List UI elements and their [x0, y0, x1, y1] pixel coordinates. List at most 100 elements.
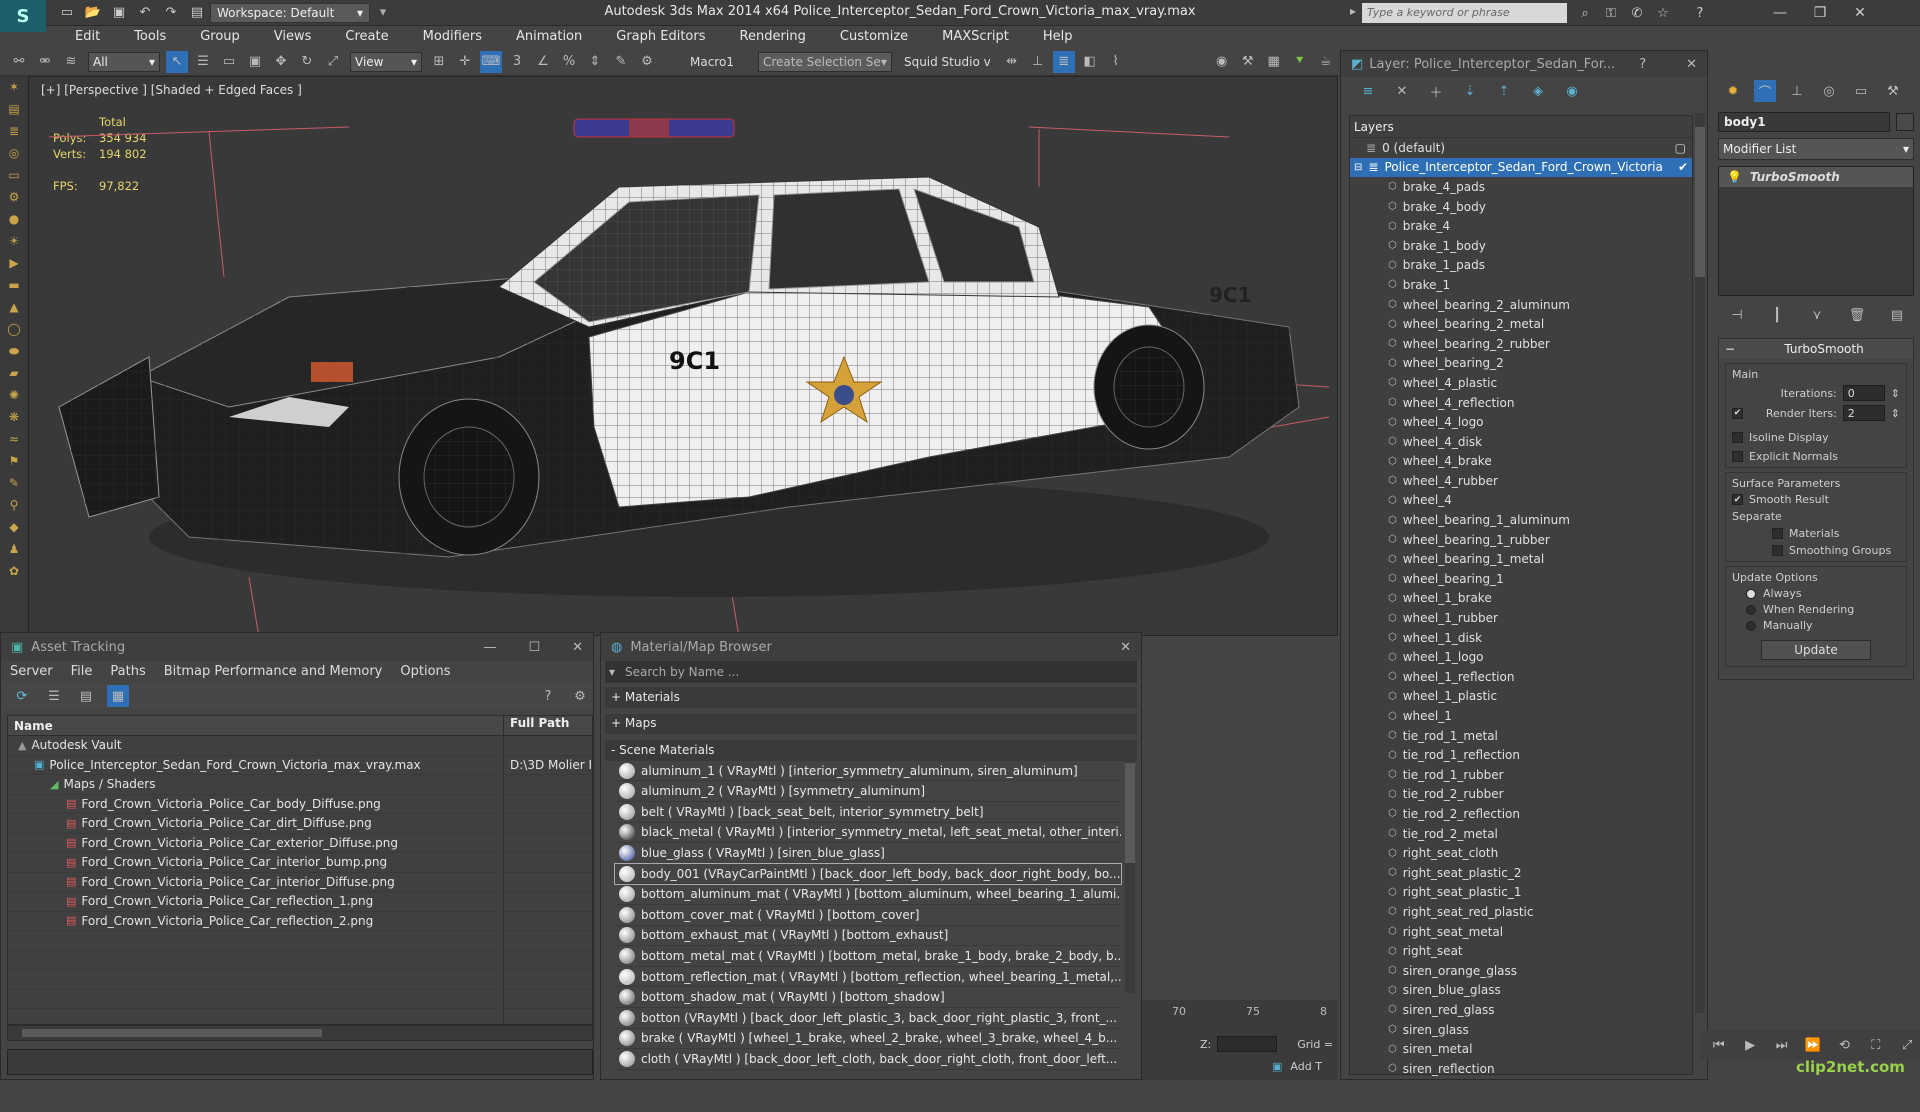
chevron-down-icon[interactable]: ▾ — [373, 3, 393, 23]
make-unique-icon[interactable]: ⋎ — [1806, 304, 1828, 326]
select-object-icon[interactable]: ↖ — [166, 50, 188, 73]
save-file-icon[interactable]: ▣ — [109, 3, 129, 23]
collapse-icon[interactable]: ⊟ — [1354, 162, 1362, 173]
key-icon[interactable]: ⚿ — [1601, 3, 1621, 23]
material-row[interactable]: aluminum_2 ( VRayMtl ) [symmetry_aluminu… — [615, 781, 1121, 802]
menu-rendering[interactable]: Rendering — [723, 26, 823, 48]
column-header-name[interactable]: Name — [8, 716, 504, 735]
layer-object-row[interactable]: ⬡ wheel_bearing_1_aluminum — [1350, 510, 1692, 530]
layer-object-row[interactable]: ⬡ brake_4_pads — [1350, 177, 1692, 197]
particle-icon[interactable]: ❋ — [0, 406, 28, 428]
zoom-extents-icon[interactable]: ⛶ — [1865, 1034, 1886, 1056]
macro-icon[interactable]: ⚙ — [636, 51, 658, 73]
maximize-icon[interactable]: ❐ — [1800, 5, 1840, 21]
layer-object-row[interactable]: ⬡ siren_metal — [1350, 1039, 1692, 1059]
layer-object-row[interactable]: ⬡ wheel_4_logo — [1350, 412, 1692, 432]
layer-scrollbar[interactable] — [1695, 113, 1705, 1013]
layer-object-row[interactable]: ⬡ wheel_4_disk — [1350, 432, 1692, 452]
hierarchy-icon[interactable]: ≣ — [0, 120, 28, 142]
layer-object-row[interactable]: ⬡ right_seat_red_plastic — [1350, 902, 1692, 922]
hair-icon[interactable]: ✿ — [0, 560, 28, 582]
asset-table-row[interactable]: ▤ Ford_Crown_Victoria_Police_Car_body_Dif… — [8, 794, 592, 814]
next-frame-icon[interactable]: ⏭ — [1771, 1034, 1792, 1056]
rotate-icon[interactable]: ↻ — [296, 51, 318, 73]
when-rendering-radio[interactable] — [1746, 604, 1756, 615]
iterations-spinner[interactable]: 0 — [1842, 385, 1885, 401]
menu-customize[interactable]: Customize — [823, 26, 925, 48]
close-icon[interactable]: ✕ — [1120, 640, 1131, 655]
hide-all-icon[interactable]: ◉ — [1561, 80, 1583, 102]
scrollbar-thumb[interactable] — [1125, 763, 1135, 863]
modify-icon[interactable]: ▤ — [0, 98, 28, 120]
plane-icon[interactable]: ▰ — [0, 362, 28, 384]
snaps-toggle-icon[interactable]: 3 — [506, 51, 528, 73]
asset-menu-bitmap[interactable]: Bitmap Performance and Memory — [155, 661, 392, 683]
chevron-right-icon[interactable]: ▸ — [1350, 4, 1356, 18]
menu-modifiers[interactable]: Modifiers — [406, 26, 499, 48]
menu-create[interactable]: Create — [328, 26, 405, 48]
mirror-icon[interactable]: ⇹ — [1001, 51, 1023, 73]
undo-icon[interactable]: ↶ — [135, 3, 155, 23]
remove-modifier-icon[interactable]: 🗑 — [1846, 304, 1868, 326]
render-iters-checkbox[interactable]: ✔ — [1732, 407, 1743, 419]
sphere-icon[interactable]: ● — [0, 208, 28, 230]
select-manipulate-icon[interactable]: ✛ — [454, 51, 476, 73]
layers-column-header[interactable]: Layers — [1350, 116, 1692, 138]
object-name-field[interactable]: body1 — [1718, 112, 1890, 132]
maximize-viewport-icon[interactable]: ⤢ — [1897, 1034, 1918, 1056]
modifier-list-dropdown[interactable]: Modifier List ▾ — [1718, 138, 1914, 160]
spinner-snap-icon[interactable]: ⇕ — [584, 51, 606, 73]
display-icon[interactable]: ▭ — [0, 164, 28, 186]
layer-object-row[interactable]: ⬡ tie_rod_2_reflection — [1350, 804, 1692, 824]
material-row[interactable]: body_001 (VRayCarPaintMtl ) [back_door_l… — [614, 862, 1122, 886]
layer-manager-icon[interactable]: ≣ — [1052, 50, 1075, 73]
timeline-ruler[interactable]: 70 75 8 — [1142, 1000, 1338, 1022]
modify-tab-icon[interactable]: ⌒ — [1754, 80, 1776, 102]
separate-smoothing-checkbox[interactable] — [1772, 545, 1783, 556]
percent-snap-icon[interactable]: % — [558, 51, 580, 73]
utilities-tab-icon[interactable]: ⚒ — [1882, 80, 1904, 102]
layer-object-row[interactable]: ⬡ tie_rod_2_rubber — [1350, 785, 1692, 805]
paint-icon[interactable]: ✎ — [0, 472, 28, 494]
scrollbar-thumb[interactable] — [22, 1029, 322, 1037]
layer-icon[interactable]: ≡ — [1357, 80, 1379, 102]
search-input[interactable]: Type a keyword or phrase — [1362, 3, 1567, 23]
open-file-icon[interactable]: 📂 — [83, 3, 103, 23]
select-in-layer-icon[interactable]: ⇡ — [1493, 80, 1515, 102]
camera-icon[interactable]: ▶ — [0, 252, 28, 274]
scale-icon[interactable]: ⤢ — [322, 51, 344, 73]
named-selection-icon[interactable]: ✎ — [610, 51, 632, 73]
minimize-icon[interactable]: — — [483, 640, 496, 655]
material-row[interactable]: black_metal ( VRayMtl ) [interior_symmet… — [615, 823, 1121, 844]
helper-icon[interactable]: ▬ — [0, 274, 28, 296]
layer-object-row[interactable]: ⬡ brake_1_body — [1350, 236, 1692, 256]
angle-snap-icon[interactable]: ∠ — [532, 51, 554, 73]
asset-table-row[interactable]: ▤ Ford_Crown_Victoria_Police_Car_interior… — [8, 853, 592, 873]
render-icon[interactable]: ⯆ — [1289, 51, 1311, 73]
ref-coord-dropdown[interactable]: View ▾ — [350, 51, 422, 72]
material-row[interactable]: aluminum_1 ( VRayMtl ) [interior_symmetr… — [615, 761, 1121, 782]
material-row[interactable]: bottom_exhaust_mat ( VRayMtl ) [bottom_e… — [615, 926, 1121, 947]
section-materials[interactable]: + Materials — [605, 687, 1137, 708]
layer-object-row[interactable]: ⬡ siren_reflection — [1350, 1059, 1692, 1079]
stack-item-turbosmooth[interactable]: 💡 TurboSmooth — [1719, 167, 1913, 187]
delete-layer-icon[interactable]: ✕ — [1391, 80, 1413, 102]
perspective-viewport[interactable]: [+] [Perspective ] [Shaded + Edged Faces… — [28, 76, 1338, 636]
light-bulb-icon[interactable]: 💡 — [1727, 170, 1742, 184]
layer-explorer-titlebar[interactable]: ◩ Layer: Police_Interceptor_Sedan_For... … — [1341, 51, 1707, 77]
bind-space-warp-icon[interactable]: ≋ — [60, 51, 82, 73]
rollout-header[interactable]: − TurboSmooth — [1719, 339, 1913, 359]
explicit-normals-checkbox[interactable] — [1732, 451, 1743, 462]
layer-object-row[interactable]: ⬡ wheel_1 — [1350, 706, 1692, 726]
material-scrollbar[interactable] — [1125, 743, 1135, 993]
material-row[interactable]: cloth ( VRayMtl ) [back_door_left_cloth,… — [615, 1049, 1121, 1070]
layer-object-row[interactable]: ⬡ wheel_4_plastic — [1350, 373, 1692, 393]
keyboard-shortcut-icon[interactable]: ⌨ — [480, 50, 502, 73]
render-iters-spinner[interactable]: 2 — [1842, 405, 1885, 421]
star-icon[interactable]: ☆ — [1653, 3, 1673, 23]
police-car-model[interactable]: 9C1 9C1 — [29, 77, 1338, 636]
layer-object-row[interactable]: ⬡ wheel_1_plastic — [1350, 687, 1692, 707]
orbit-icon[interactable]: ⟲ — [1834, 1034, 1855, 1056]
layer-object-row[interactable]: ⬡ wheel_bearing_2 — [1350, 354, 1692, 374]
layer-object-row[interactable]: ⬡ siren_red_glass — [1350, 1000, 1692, 1020]
